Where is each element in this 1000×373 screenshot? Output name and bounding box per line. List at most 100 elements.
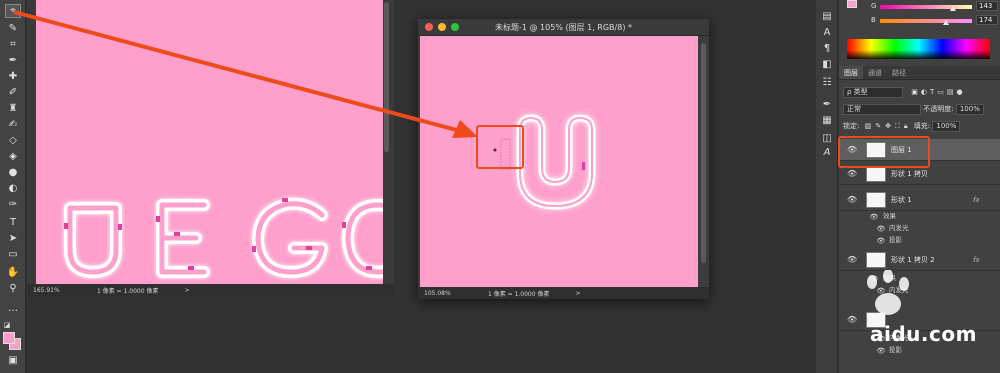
eye-icon[interactable]: 👁︎: [869, 212, 879, 222]
status-menu-arrow[interactable]: >: [575, 290, 580, 297]
zoom-level[interactable]: 165.91%: [33, 287, 93, 294]
layer-name: 形状 1: [891, 196, 912, 204]
layer-thumbnail: [866, 166, 886, 182]
foreground-color-swatch[interactable]: [3, 332, 15, 344]
effect-row[interactable]: 👁︎ 投影: [839, 235, 1000, 246]
effect-row[interactable]: 👁︎ 内发光: [839, 223, 1000, 234]
blur-tool-icon[interactable]: ●: [5, 166, 21, 180]
history-brush-tool-icon[interactable]: ✍: [5, 118, 21, 132]
canvas-2[interactable]: [420, 36, 698, 287]
path-selection-tool-icon[interactable]: ⌖: [5, 4, 21, 18]
character-icon[interactable]: A: [820, 26, 834, 40]
doc-info: 1 像素 = 1.0000 像素: [488, 290, 550, 298]
eyedropper-tool-icon[interactable]: ✒: [5, 54, 21, 68]
vertical-scrollbar-2[interactable]: [701, 43, 706, 263]
layer-filter-row: ρ 类型 ▣◐T▭▤●: [843, 86, 966, 98]
brush-settings-icon[interactable]: ✒: [820, 98, 834, 112]
zoom-level[interactable]: 105.08%: [424, 290, 484, 297]
swatches-icon[interactable]: ▦: [820, 114, 834, 128]
effects-label: 效果: [883, 212, 896, 220]
tab-paths[interactable]: 路径: [887, 66, 911, 79]
document-window-2: 未标题-1 @ 105% (图层 1, RGB/8) * 105.08% 1 像…: [418, 19, 709, 299]
filter-kind-select[interactable]: ρ 类型: [843, 86, 903, 98]
crop-tool-icon[interactable]: ⌗: [5, 38, 21, 52]
vertical-scrollbar-1[interactable]: [384, 2, 389, 152]
dodge-tool-icon[interactable]: ◐: [5, 182, 21, 196]
tools-panel: ⌖ ✎ ⌗ ✒ ✚ ✐ ♜ ✍ ◇ ◈ ● ◐ ✑ T ➤ ▭ ✋ ⚲ … ◪ …: [0, 0, 26, 373]
eraser-tool-icon[interactable]: ◇: [5, 134, 21, 148]
eye-icon[interactable]: 👁︎: [847, 195, 857, 205]
lock-icons[interactable]: ▨✎✥⛶🔒︎: [865, 122, 912, 130]
canvas-1[interactable]: [36, 0, 383, 284]
g-slider-row: G 143: [847, 1, 998, 12]
fx-icon[interactable]: fx: [973, 189, 980, 211]
history-icon[interactable]: ▤: [820, 10, 834, 24]
more-tools-icon[interactable]: …: [5, 302, 21, 316]
rectangle-tool-icon[interactable]: ▭: [5, 248, 21, 262]
quick-selection-tool-icon[interactable]: ✎: [5, 22, 21, 36]
opacity-input[interactable]: 100%: [955, 103, 984, 115]
glyphs-icon[interactable]: A: [820, 146, 834, 160]
doc-info: 1 像素 = 1.0000 像素: [97, 288, 159, 295]
neon-letters-art: [64, 197, 383, 278]
paragraph-icon[interactable]: ¶: [820, 42, 834, 56]
tab-layers[interactable]: 图层: [839, 66, 863, 79]
status-bar-2: 105.08% 1 像素 = 1.0000 像素 >: [418, 287, 709, 299]
eye-icon[interactable]: 👁︎: [876, 224, 886, 234]
blend-row: 正常 不透明度: 100%: [843, 103, 984, 115]
healing-brush-tool-icon[interactable]: ✚: [5, 70, 21, 84]
brush-tool-icon[interactable]: ✐: [5, 86, 21, 100]
eye-icon[interactable]: 👁︎: [847, 255, 857, 265]
stamp-tool-icon[interactable]: ♜: [5, 102, 21, 116]
type-tool-icon[interactable]: T: [5, 216, 21, 230]
color-spectrum[interactable]: [847, 39, 990, 59]
window-title: 未标题-1 @ 105% (图层 1, RGB/8) *: [494, 23, 632, 32]
g-slider-thumb[interactable]: [950, 6, 956, 11]
layer-row[interactable]: 👁︎ 形状 1 拷贝 2 fx: [839, 249, 1000, 271]
watermark-paw-icon: [867, 270, 909, 315]
adjust-icon[interactable]: ◧: [820, 58, 834, 72]
eye-icon[interactable]: 👁︎: [847, 315, 857, 325]
eye-icon[interactable]: 👁︎: [847, 169, 857, 179]
lock-label: 锁定:: [843, 122, 860, 130]
eye-icon[interactable]: 👁︎: [876, 236, 886, 246]
default-colors-icon[interactable]: ◪: [2, 318, 12, 332]
fx-icon[interactable]: fx: [973, 249, 980, 271]
layers-panel-tabs: 图层 通道 路径: [839, 66, 1000, 80]
g-value[interactable]: 143: [976, 1, 998, 11]
layers-comp-icon[interactable]: ◫: [820, 132, 834, 146]
b-slider-row: B 174: [847, 15, 998, 26]
document-window-1: 165.91% 1 像素 = 1.0000 像素 >: [27, 0, 394, 297]
effects-row[interactable]: 👁︎ 效果: [839, 211, 1000, 222]
pen-tool-icon[interactable]: ✑: [5, 198, 21, 212]
paint-bucket-tool-icon[interactable]: ◈: [5, 150, 21, 164]
opacity-label: 不透明度:: [923, 105, 954, 113]
zoom-tool-icon[interactable]: ⚲: [5, 282, 21, 296]
window-titlebar[interactable]: 未标题-1 @ 105% (图层 1, RGB/8) *: [418, 19, 709, 36]
layer-name: 形状 1 拷贝 2: [891, 256, 935, 264]
b-slider-thumb[interactable]: [943, 20, 949, 25]
layer-row[interactable]: 👁︎ 形状 1 fx: [839, 189, 1000, 211]
layer-thumbnail: [866, 252, 886, 268]
filter-icons[interactable]: ▣◐T▭▤●: [911, 88, 965, 96]
b-slider[interactable]: [880, 19, 972, 23]
quick-mask-icon[interactable]: ▣: [5, 354, 21, 368]
annotation-highlight-canvas: [476, 125, 524, 169]
b-label: B: [871, 16, 876, 24]
properties-icon[interactable]: ☷: [820, 76, 834, 90]
effect-inner-glow: 内发光: [889, 224, 909, 232]
fill-input[interactable]: 100%: [932, 120, 961, 132]
panel-icon-strip: ▤ A ¶ ◧ ☷ ✒ ▦ ◫ A: [816, 0, 838, 373]
path-select-tool-icon[interactable]: ➤: [5, 232, 21, 246]
status-menu-arrow[interactable]: >: [184, 287, 189, 294]
g-label: G: [871, 2, 877, 10]
watermark: aidu.com: [858, 270, 1000, 360]
b-value[interactable]: 174: [976, 15, 998, 25]
annotation-highlight-layer: [838, 136, 930, 168]
blend-mode-select[interactable]: 正常: [843, 103, 921, 115]
hand-tool-icon[interactable]: ✋: [5, 266, 21, 280]
tab-channels[interactable]: 通道: [863, 66, 887, 79]
g-slider[interactable]: [880, 5, 972, 9]
fill-label: 填充:: [913, 122, 931, 130]
lock-row: 锁定: ▨✎✥⛶🔒︎ 填充: 100%: [843, 120, 961, 132]
